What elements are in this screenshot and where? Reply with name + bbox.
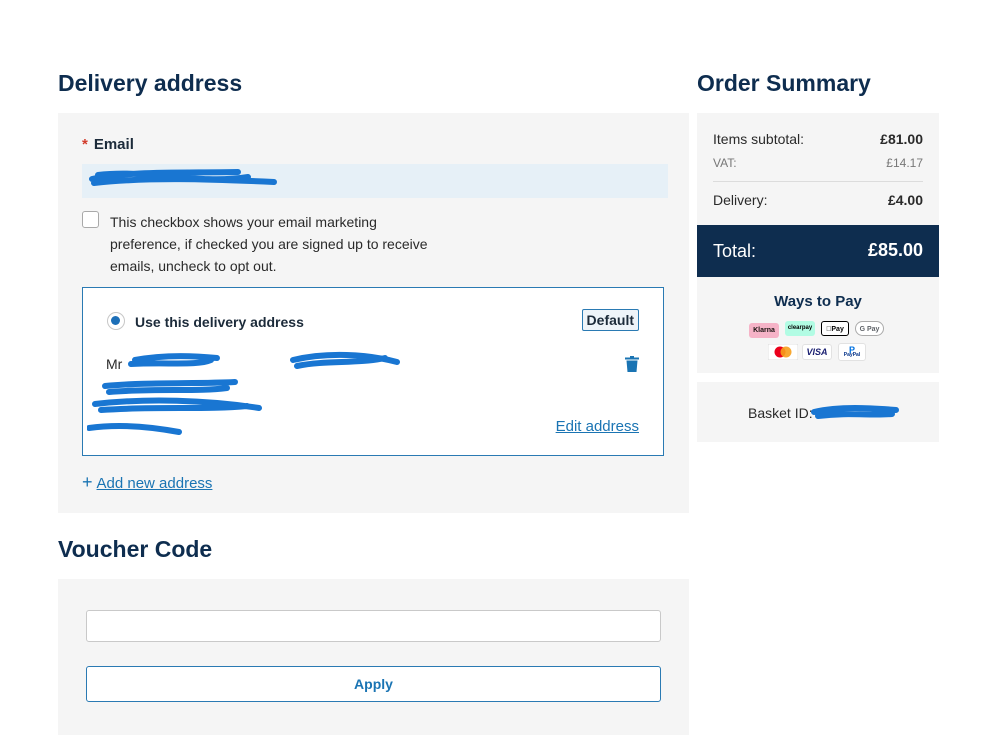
clearpay-icon: clearpay xyxy=(785,321,815,336)
paypal-icon: P PayPal xyxy=(838,343,866,361)
apply-button[interactable]: Apply xyxy=(86,666,661,702)
paypal-p-icon: P xyxy=(848,345,855,355)
google-pay-icon: G Pay xyxy=(855,321,884,336)
total-bar: Total: £85.00 xyxy=(697,225,939,277)
order-summary-title: Order Summary xyxy=(697,70,871,96)
vat-value: £14.17 xyxy=(886,156,923,170)
items-subtotal-label: Items subtotal: xyxy=(713,131,805,147)
total-label: Total: xyxy=(713,241,757,261)
apple-pay-icon: Pay xyxy=(821,321,849,336)
edit-address-link[interactable]: Edit address xyxy=(556,418,639,435)
basket-id-redaction xyxy=(811,405,899,419)
total-value: £85.00 xyxy=(867,240,923,260)
plus-icon: + xyxy=(82,472,93,492)
visa-icon: VISA xyxy=(802,344,832,360)
delivery-label: Delivery: xyxy=(713,192,768,208)
ways-to-pay-title: Ways to Pay xyxy=(774,293,862,310)
voucher-title: Voucher Code xyxy=(58,536,213,562)
klarna-icon: Klarna xyxy=(749,323,779,338)
delivery-value: £4.00 xyxy=(887,192,923,208)
use-address-label: Use this delivery address xyxy=(135,314,304,330)
address-card[interactable]: Use this delivery address Default Mr Edi… xyxy=(82,287,664,456)
trash-icon[interactable] xyxy=(625,356,639,372)
default-badge: Default xyxy=(581,309,639,331)
address-redaction xyxy=(87,351,400,435)
items-subtotal-value: £81.00 xyxy=(880,131,923,147)
vat-label: VAT: xyxy=(713,156,737,170)
required-marker: * xyxy=(82,136,88,153)
mastercard-icon xyxy=(768,344,798,360)
summary-divider xyxy=(713,181,923,182)
address-radio[interactable] xyxy=(107,312,125,330)
voucher-panel xyxy=(58,579,689,735)
marketing-text: This checkbox shows your email marketing… xyxy=(110,214,428,274)
add-new-address-link[interactable]: + Add new address xyxy=(82,472,212,493)
email-label: * Email xyxy=(82,136,134,153)
voucher-input[interactable] xyxy=(86,610,661,642)
marketing-checkbox[interactable] xyxy=(82,211,99,228)
basket-id-label: Basket ID: xyxy=(748,405,813,421)
delivery-title: Delivery address xyxy=(58,70,243,96)
redaction-scribble xyxy=(89,169,277,186)
